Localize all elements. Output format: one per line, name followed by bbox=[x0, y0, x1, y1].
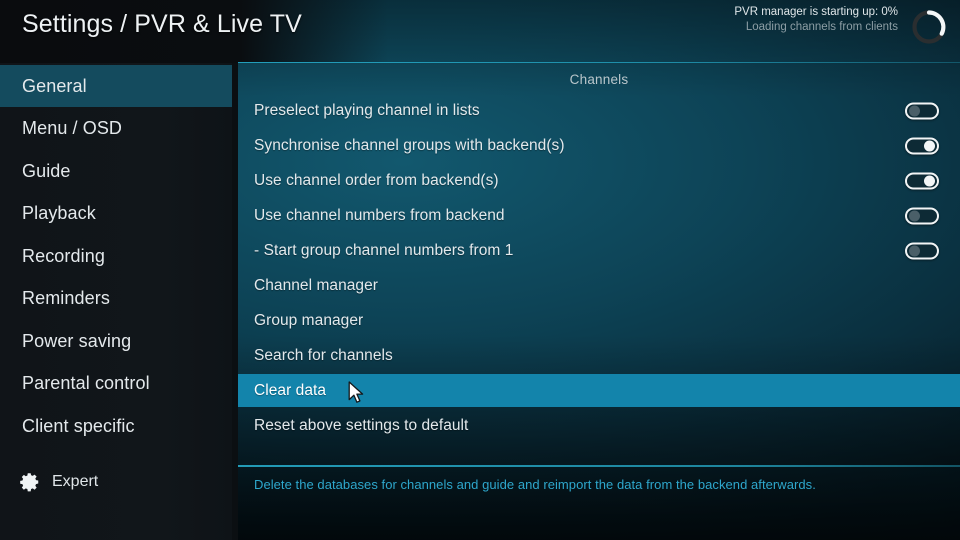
sidebar-item-label: Client specific bbox=[22, 415, 135, 436]
setting-row-synchronise-channel-groups-with-backend-s[interactable]: Synchronise channel groups with backend(… bbox=[238, 129, 960, 162]
toggle-synchronise-channel-groups-with-backend-s[interactable] bbox=[905, 137, 939, 154]
pvr-status-primary: PVR manager is starting up: 0% bbox=[734, 6, 898, 18]
setting-label: Reset above settings to default bbox=[254, 416, 469, 434]
setting-row-search-for-channels[interactable]: Search for channels bbox=[238, 339, 960, 372]
setting-row-group-manager[interactable]: Group manager bbox=[238, 304, 960, 337]
sidebar-content-divider bbox=[232, 63, 238, 540]
settings-level-expert[interactable]: Expert bbox=[0, 461, 232, 503]
sidebar-item-label: Parental control bbox=[22, 373, 150, 393]
settings-content-panel: Channels Preselect playing channel in li… bbox=[238, 63, 960, 540]
setting-row-use-channel-order-from-backend-s[interactable]: Use channel order from backend(s) bbox=[238, 164, 960, 197]
setting-label: Use channel numbers from backend bbox=[254, 206, 505, 224]
setting-row-use-channel-numbers-from-backend[interactable]: Use channel numbers from backend bbox=[238, 199, 960, 232]
sidebar-item-guide[interactable]: Guide bbox=[0, 150, 232, 192]
sidebar-item-reminders[interactable]: Reminders bbox=[0, 278, 232, 320]
setting-row-start-group-channel-numbers-from-1[interactable]: - Start group channel numbers from 1 bbox=[238, 234, 960, 267]
sidebar-item-menu-osd[interactable]: Menu / OSD bbox=[0, 108, 232, 150]
loading-spinner-icon bbox=[912, 10, 946, 44]
toggle-knob bbox=[924, 175, 935, 186]
sidebar-item-playback[interactable]: Playback bbox=[0, 193, 232, 235]
setting-description: Delete the databases for channels and gu… bbox=[254, 477, 816, 492]
header-bar: Settings / PVR & Live TV PVR manager is … bbox=[0, 0, 960, 63]
page-title: Settings / PVR & Live TV bbox=[22, 10, 302, 38]
toggle-use-channel-numbers-from-backend[interactable] bbox=[905, 207, 939, 224]
setting-label: Synchronise channel groups with backend(… bbox=[254, 136, 565, 154]
setting-label: Use channel order from backend(s) bbox=[254, 171, 499, 189]
sidebar-item-label: Reminders bbox=[22, 288, 110, 308]
setting-row-channel-manager[interactable]: Channel manager bbox=[238, 269, 960, 302]
sidebar-item-label: Menu / OSD bbox=[22, 118, 123, 138]
settings-category-sidebar: General Menu / OSD Guide Playback Recording R… bbox=[0, 63, 232, 540]
setting-label: Preselect playing channel in lists bbox=[254, 101, 480, 119]
kodi-settings-screen: Settings / PVR & Live TV PVR manager is … bbox=[0, 0, 960, 540]
description-separator bbox=[238, 465, 960, 467]
setting-label: Group manager bbox=[254, 311, 364, 329]
toggle-start-group-channel-numbers-from-1[interactable] bbox=[905, 242, 939, 259]
gear-icon bbox=[20, 473, 39, 492]
settings-group-title: Channels bbox=[569, 72, 629, 87]
toggle-knob bbox=[909, 210, 920, 221]
toggle-knob bbox=[909, 105, 920, 116]
toggle-use-channel-order-from-backend-s[interactable] bbox=[905, 172, 939, 189]
toggle-knob bbox=[909, 245, 920, 256]
sidebar-item-label: Guide bbox=[22, 160, 71, 181]
setting-label: Channel manager bbox=[254, 276, 378, 294]
setting-label: Clear data bbox=[254, 381, 327, 399]
pvr-status-secondary: Loading channels from clients bbox=[745, 21, 898, 34]
sidebar-item-client-specific[interactable]: Client specific bbox=[0, 405, 232, 447]
toggle-preselect-playing-channel-in-lists[interactable] bbox=[905, 102, 939, 119]
sidebar-item-parental-control[interactable]: Parental control bbox=[0, 363, 232, 405]
sidebar-item-label: Recording bbox=[22, 245, 105, 266]
sidebar-item-power-saving[interactable]: Power saving bbox=[0, 320, 232, 362]
header-separator bbox=[238, 62, 960, 63]
setting-row-reset-above-settings-to-default[interactable]: Reset above settings to default bbox=[238, 409, 960, 442]
toggle-knob bbox=[924, 140, 935, 151]
sidebar-item-general[interactable]: General bbox=[0, 65, 232, 107]
sidebar-item-label: Power saving bbox=[22, 330, 132, 351]
pvr-status-block: PVR manager is starting up: 0% Loading c… bbox=[734, 5, 898, 35]
setting-row-clear-data[interactable]: Clear data bbox=[238, 374, 960, 407]
sidebar-item-label: Playback bbox=[22, 203, 96, 223]
setting-row-preselect-playing-channel-in-lists[interactable]: Preselect playing channel in lists bbox=[238, 94, 960, 127]
setting-label: Search for channels bbox=[254, 346, 393, 364]
sidebar-item-label: General bbox=[22, 75, 87, 96]
setting-label: - Start group channel numbers from 1 bbox=[254, 241, 514, 259]
sidebar-item-recording[interactable]: Recording bbox=[0, 235, 232, 277]
settings-level-label: Expert bbox=[52, 473, 99, 490]
